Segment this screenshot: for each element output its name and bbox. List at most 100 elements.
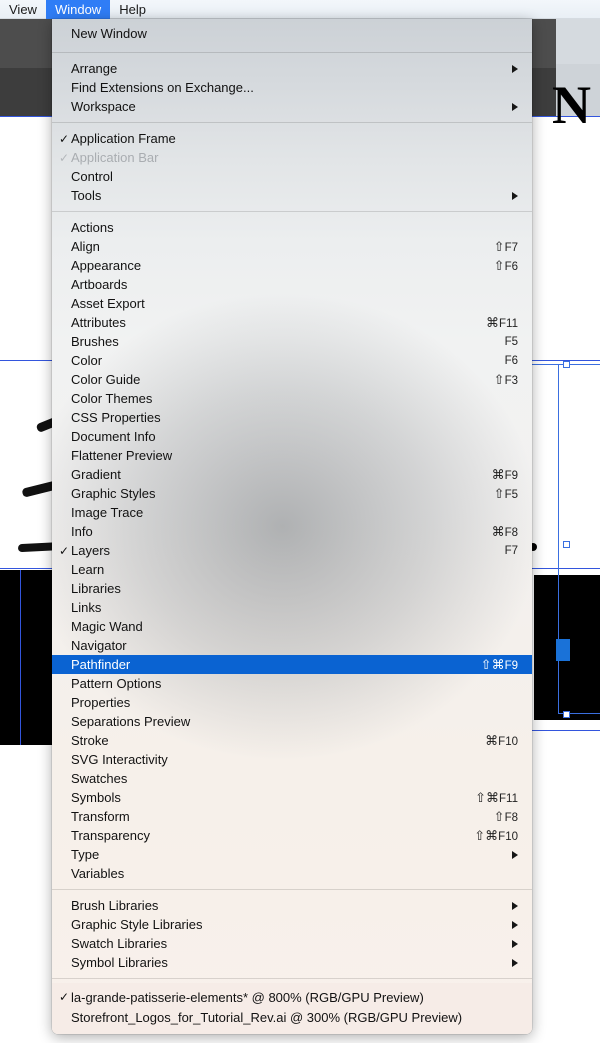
window-dropdown-menu: New Window Arrange Find Extensions on Exch… — [52, 19, 532, 1034]
menu-item-brushes[interactable]: Brushes F5 — [52, 332, 532, 351]
menu-item-color-guide[interactable]: Color Guide ⇧F3 — [52, 370, 532, 389]
menu-item-align[interactable]: Align ⇧F7 — [52, 237, 532, 256]
menu-item-learn[interactable]: Learn — [52, 560, 532, 579]
menu-item-color-themes[interactable]: Color Themes — [52, 389, 532, 408]
menu-item-arrange[interactable]: Arrange — [52, 59, 532, 78]
selection-handle-top[interactable] — [563, 361, 570, 368]
menu-item-variables[interactable]: Variables — [52, 864, 532, 883]
menu-item-shortcut: F7 — [504, 544, 518, 557]
document-item-storefront-logos-for-tutorial-rev-ai-300-rgb-gpu-preview[interactable]: Storefront_Logos_for_Tutorial_Rev.ai @ 3… — [52, 1007, 532, 1027]
menu-item-navigator[interactable]: Navigator — [52, 636, 532, 655]
menu-item-control[interactable]: Control — [52, 167, 532, 186]
menu-item-shortcut: ⇧F8 — [493, 808, 518, 824]
menu-item-shortcut: F6 — [504, 354, 518, 367]
menu-item-pattern-options[interactable]: Pattern Options — [52, 674, 532, 693]
menu-item-label: Transform — [71, 809, 130, 824]
menu-item-shortcut: ⌘F10 — [485, 732, 518, 748]
menu-item-label: Layers — [71, 543, 111, 558]
menu-separator — [52, 52, 532, 53]
menu-item-layers[interactable]: ✓ Layers F7 — [52, 541, 532, 560]
menu-item-magic-wand[interactable]: Magic Wand — [52, 617, 532, 636]
menu-item-graphic-styles[interactable]: Graphic Styles ⇧F5 — [52, 484, 532, 503]
menu-item-label: Attributes — [71, 315, 126, 330]
illustrator-window: N View Window Help New Window Arrange Find… — [0, 0, 600, 1043]
menu-separator — [52, 122, 532, 123]
menu-item-symbols[interactable]: Symbols ⇧⌘F11 — [52, 788, 532, 807]
menu-item-label: Swatch Libraries — [71, 936, 168, 951]
menu-item-css-properties[interactable]: CSS Properties — [52, 408, 532, 427]
menu-item-label: Color — [71, 353, 103, 368]
menu-item-image-trace[interactable]: Image Trace — [52, 503, 532, 522]
menu-item-swatches[interactable]: Swatches — [52, 769, 532, 788]
menu-item-label: Color Guide — [71, 372, 141, 387]
selection-handle-bottom[interactable] — [563, 711, 570, 718]
menu-item-attributes[interactable]: Attributes ⌘F11 — [52, 313, 532, 332]
menu-item-actions[interactable]: Actions — [52, 218, 532, 237]
menu-item-label: Separations Preview — [71, 714, 191, 729]
menu-item-brush-libraries[interactable]: Brush Libraries — [52, 896, 532, 915]
menu-item-separations-preview[interactable]: Separations Preview — [52, 712, 532, 731]
menu-item-document-info[interactable]: Document Info — [52, 427, 532, 446]
menu-item-artboards[interactable]: Artboards — [52, 275, 532, 294]
menu-item-label: Pattern Options — [71, 676, 162, 691]
menu-item-new-window[interactable]: New Window — [52, 24, 532, 43]
menu-item-tools[interactable]: Tools — [52, 186, 532, 205]
menu-item-transparency[interactable]: Transparency ⇧⌘F10 — [52, 826, 532, 845]
menu-item-label: Properties — [71, 695, 131, 710]
menu-item-label: Control — [71, 169, 113, 184]
menu-item-pathfinder[interactable]: Pathfinder ⇧⌘F9 — [52, 655, 532, 674]
menu-item-shortcut: ⌘F9 — [491, 466, 518, 482]
menu-item-application-frame[interactable]: ✓ Application Frame — [52, 129, 532, 148]
menu-item-label: Tools — [71, 188, 102, 203]
menu-item-label: Appearance — [71, 258, 142, 273]
menu-separator — [52, 978, 532, 979]
menu-item-label: Actions — [71, 220, 114, 235]
document-item-la-grande-patisserie-elements-800-rgb-gpu-preview[interactable]: ✓ la-grande-patisserie-elements* @ 800% (… — [52, 987, 532, 1007]
menu-item-color[interactable]: Color F6 — [52, 351, 532, 370]
menubar-item-window[interactable]: Window — [45, 0, 111, 19]
menu-item-graphic-style-libraries[interactable]: Graphic Style Libraries — [52, 915, 532, 934]
menu-item-find-extensions-on-exchange[interactable]: Find Extensions on Exchange... — [52, 78, 532, 97]
menu-item-label: Symbols — [71, 790, 121, 805]
menubar-item-help[interactable]: Help — [110, 0, 155, 19]
menu-item-info[interactable]: Info ⌘F8 — [52, 522, 532, 541]
menu-section-open-documents: ✓ la-grande-patisserie-elements* @ 800% (… — [52, 983, 532, 1034]
menu-item-transform[interactable]: Transform ⇧F8 — [52, 807, 532, 826]
menu-item-libraries[interactable]: Libraries — [52, 579, 532, 598]
menu-item-label: Graphic Styles — [71, 486, 156, 501]
menu-item-label: Type — [71, 847, 100, 862]
menu-item-svg-interactivity[interactable]: SVG Interactivity — [52, 750, 532, 769]
menubar-item-view[interactable]: View — [0, 0, 46, 19]
menu-item-shortcut: ⌘F8 — [491, 523, 518, 539]
menu-item-label: Flattener Preview — [71, 448, 173, 463]
submenu-arrow-icon — [512, 901, 518, 910]
menu-item-label: Document Info — [71, 429, 156, 444]
menu-item-stroke[interactable]: Stroke ⌘F10 — [52, 731, 532, 750]
menu-item-label: Application Frame — [71, 131, 176, 146]
menu-item-links[interactable]: Links — [52, 598, 532, 617]
menu-item-properties[interactable]: Properties — [52, 693, 532, 712]
menu-item-label: Swatches — [71, 771, 128, 786]
menu-item-label: Application Bar — [71, 150, 159, 165]
checkmark-icon: ✓ — [58, 150, 70, 165]
menu-item-gradient[interactable]: Gradient ⌘F9 — [52, 465, 532, 484]
menu-item-type[interactable]: Type — [52, 845, 532, 864]
menu-item-label: Stroke — [71, 733, 109, 748]
menu-item-label: Image Trace — [71, 505, 144, 520]
selection-handle-middle[interactable] — [563, 541, 570, 548]
menu-item-swatch-libraries[interactable]: Swatch Libraries — [52, 934, 532, 953]
submenu-arrow-icon — [512, 64, 518, 73]
menu-item-label: CSS Properties — [71, 410, 161, 425]
menu-item-workspace[interactable]: Workspace — [52, 97, 532, 116]
checkmark-icon: ✓ — [58, 543, 70, 558]
menu-item-shortcut: ⇧⌘F10 — [474, 827, 518, 843]
menu-item-symbol-libraries[interactable]: Symbol Libraries — [52, 953, 532, 972]
checkmark-icon: ✓ — [58, 990, 70, 1004]
menu-item-asset-export[interactable]: Asset Export — [52, 294, 532, 313]
menu-item-appearance[interactable]: Appearance ⇧F6 — [52, 256, 532, 275]
menu-item-shortcut: ⇧F7 — [493, 238, 518, 254]
menu-item-label: Brush Libraries — [71, 898, 159, 913]
menu-item-flattener-preview[interactable]: Flattener Preview — [52, 446, 532, 465]
menu-item-label: Links — [71, 600, 102, 615]
menu-item-label: SVG Interactivity — [71, 752, 168, 767]
